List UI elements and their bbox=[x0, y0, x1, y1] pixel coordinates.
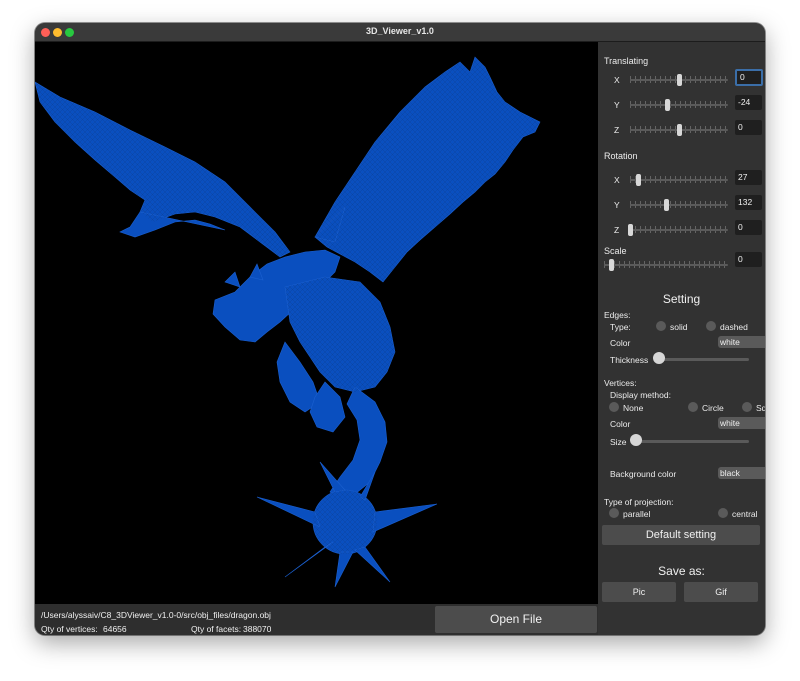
facets-count-value: 388070 bbox=[243, 624, 272, 634]
rotate-z-slider[interactable] bbox=[628, 224, 728, 236]
scale-heading: Scale bbox=[604, 246, 627, 256]
vertex-size-slider[interactable] bbox=[630, 434, 749, 446]
edge-dashed-radio[interactable] bbox=[706, 321, 716, 331]
default-setting-button[interactable]: Default setting bbox=[602, 525, 760, 545]
translate-x-slider-thumb[interactable] bbox=[677, 74, 682, 86]
vertex-color-select[interactable]: white ▴▾ bbox=[718, 417, 765, 429]
projection-heading: Type of projection: bbox=[604, 497, 674, 507]
vertex-size-slider-thumb[interactable] bbox=[630, 434, 642, 446]
rotate-y-slider[interactable] bbox=[630, 199, 728, 211]
edge-type-label: Type: bbox=[610, 322, 631, 332]
dragon-wireframe-icon bbox=[35, 56, 541, 588]
projection-parallel-radio[interactable] bbox=[609, 508, 619, 518]
background-color-value: black bbox=[720, 468, 740, 478]
rotate-z-slider-thumb[interactable] bbox=[628, 224, 633, 236]
rotate-y-input[interactable]: 132 bbox=[735, 195, 762, 210]
rotate-x-slider[interactable] bbox=[630, 174, 728, 186]
translate-y-slider[interactable] bbox=[630, 99, 728, 111]
background-color-select[interactable]: black ▴▾ bbox=[718, 467, 765, 479]
setting-heading: Setting bbox=[662, 292, 701, 306]
status-bar: /Users/alyssaiv/C8_3DViewer_v1.0-0/src/o… bbox=[35, 604, 598, 635]
vertex-none-radio[interactable] bbox=[609, 402, 619, 412]
translate-z-slider[interactable] bbox=[630, 124, 728, 136]
vertex-square-radio[interactable] bbox=[742, 402, 752, 412]
rotate-z-label: Z bbox=[614, 225, 620, 235]
projection-central-radio[interactable] bbox=[718, 508, 728, 518]
facets-count-label: Qty of facets: bbox=[191, 624, 242, 634]
thickness-slider-thumb[interactable] bbox=[653, 352, 665, 364]
vertex-none-label: None bbox=[623, 403, 644, 413]
file-path: /Users/alyssaiv/C8_3DViewer_v1.0-0/src/o… bbox=[41, 610, 271, 620]
scale-slider[interactable] bbox=[604, 259, 728, 271]
rotate-x-label: X bbox=[614, 175, 620, 185]
rotate-x-input[interactable]: 27 bbox=[735, 170, 762, 185]
vertices-count-value: 64656 bbox=[103, 624, 127, 634]
translate-x-label: X bbox=[614, 75, 620, 85]
app-window: 3D_Viewer_v1.0 /Users/alyssaiv/C8_3DView… bbox=[35, 23, 765, 635]
translate-z-input[interactable]: 0 bbox=[735, 120, 762, 135]
vertex-size-label: Size bbox=[610, 437, 627, 447]
control-panel: Translating X 0 Y -24 Z 0 Rotation X 27 … bbox=[598, 42, 765, 635]
translate-z-label: Z bbox=[614, 125, 620, 135]
translate-z-slider-thumb[interactable] bbox=[677, 124, 682, 136]
edges-heading: Edges: bbox=[604, 310, 631, 320]
thickness-slider[interactable] bbox=[653, 352, 749, 364]
translate-y-label: Y bbox=[614, 100, 620, 110]
save-gif-button[interactable]: Gif bbox=[684, 582, 758, 602]
rotate-z-input[interactable]: 0 bbox=[735, 220, 762, 235]
display-method-label: Display method: bbox=[610, 390, 671, 400]
vertices-count-label: Qty of vertices: bbox=[41, 624, 98, 634]
vertices-heading: Vertices: bbox=[604, 378, 637, 388]
vertex-circle-radio[interactable] bbox=[688, 402, 698, 412]
rotate-x-slider-thumb[interactable] bbox=[635, 174, 641, 186]
projection-central-label: central bbox=[732, 509, 758, 519]
model-viewport[interactable] bbox=[35, 42, 598, 604]
open-file-button[interactable]: Open File bbox=[435, 606, 597, 633]
edge-color-label: Color bbox=[610, 338, 631, 348]
vertex-color-label: Color bbox=[610, 419, 631, 429]
translate-y-input[interactable]: -24 bbox=[735, 95, 762, 110]
rotation-heading: Rotation bbox=[604, 151, 638, 161]
window-title: 3D_Viewer_v1.0 bbox=[366, 26, 434, 36]
translate-y-slider-thumb[interactable] bbox=[665, 99, 671, 111]
vertex-square-label: Square bbox=[756, 403, 765, 413]
edge-solid-label: solid bbox=[670, 322, 688, 332]
projection-parallel-label: parallel bbox=[623, 509, 651, 519]
edge-dashed-label: dashed bbox=[720, 322, 748, 332]
thickness-label: Thickness bbox=[610, 355, 649, 365]
rotate-y-slider-thumb[interactable] bbox=[664, 199, 670, 211]
rotate-y-label: Y bbox=[614, 200, 620, 210]
scale-slider-thumb[interactable] bbox=[609, 259, 615, 271]
title-bar: 3D_Viewer_v1.0 bbox=[35, 23, 765, 42]
edge-color-select[interactable]: white ▴▾ bbox=[718, 336, 765, 348]
translate-x-input[interactable]: 0 bbox=[735, 69, 763, 86]
translating-heading: Translating bbox=[604, 56, 649, 66]
vertex-color-value: white bbox=[720, 418, 740, 428]
vertex-circle-label: Circle bbox=[702, 403, 724, 413]
edge-solid-radio[interactable] bbox=[656, 321, 666, 331]
background-color-label: Background color bbox=[610, 469, 677, 479]
save-as-heading: Save as: bbox=[658, 564, 705, 578]
translate-x-slider[interactable] bbox=[630, 74, 728, 86]
edge-color-value: white bbox=[720, 337, 740, 347]
save-pic-button[interactable]: Pic bbox=[602, 582, 676, 602]
scale-input[interactable]: 0 bbox=[735, 252, 762, 267]
